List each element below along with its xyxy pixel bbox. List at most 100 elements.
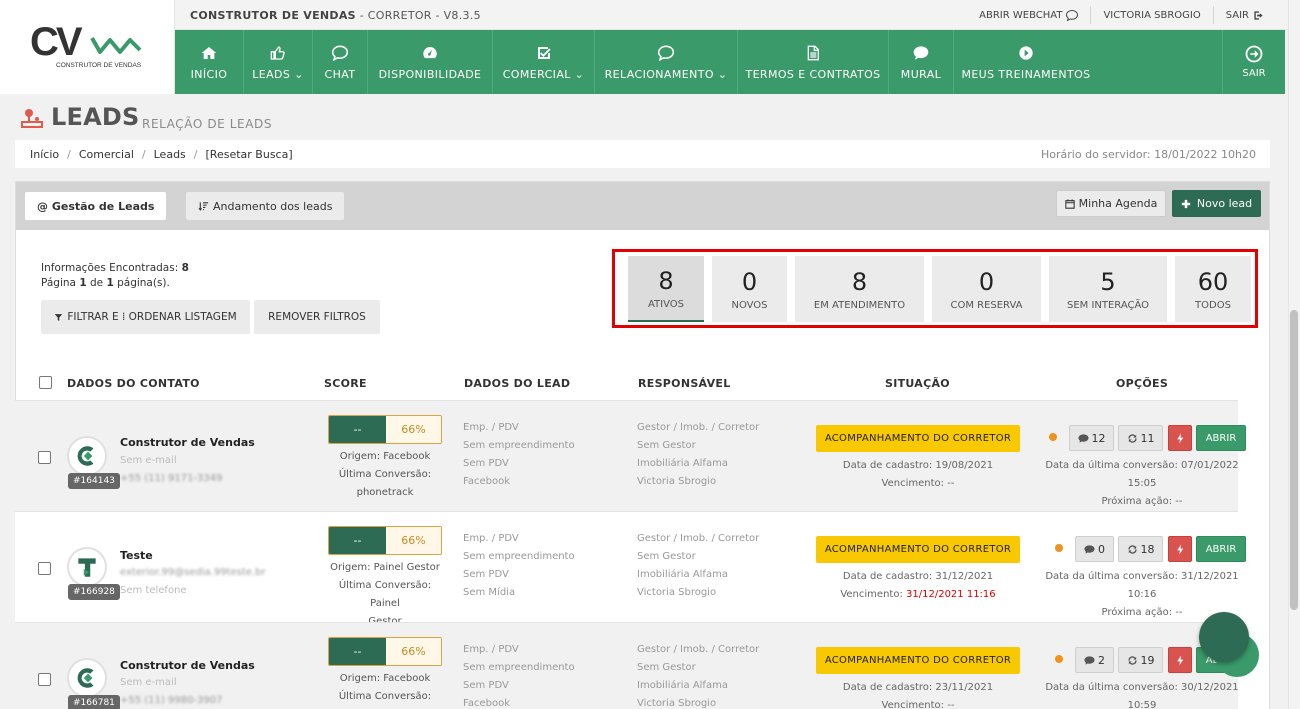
chat-icon bbox=[331, 44, 349, 62]
contact-phone: +55 (11) 9980-3907 bbox=[120, 695, 223, 706]
thumbs-up-icon bbox=[269, 44, 287, 62]
leads-joystick-icon bbox=[21, 109, 43, 128]
contact-email: Sem e-mail bbox=[120, 455, 177, 466]
nav-comercial[interactable]: COMERCIAL ⌄ bbox=[493, 30, 595, 94]
stat-novos[interactable]: 0 NOVOS bbox=[712, 256, 787, 322]
open-lead-button[interactable]: ABRIR bbox=[1196, 536, 1246, 562]
table-row: #166928 Teste exterior.99@sedia.99teste.… bbox=[15, 511, 1246, 627]
header-situacao[interactable]: SITUAÇÃO bbox=[885, 377, 950, 390]
logout-icon bbox=[1254, 10, 1263, 20]
contact-email: exterior.99@sedia.99teste.br bbox=[120, 567, 266, 578]
nav-termos-contratos[interactable]: TERMOS E CONTRATOS bbox=[738, 30, 889, 94]
panel-header: @ Gestão de Leads Andamento dos leads Mi… bbox=[16, 182, 1269, 230]
row-checkbox[interactable] bbox=[38, 451, 51, 464]
nav-meus-treinamentos[interactable]: MEUS TREINAMENTOS bbox=[954, 30, 1098, 94]
row-checkbox[interactable] bbox=[38, 562, 51, 575]
my-agenda-button[interactable]: Minha Agenda bbox=[1056, 190, 1166, 217]
check-square-icon bbox=[535, 44, 553, 62]
interactions-button[interactable]: 11 bbox=[1118, 425, 1163, 451]
status-badge: ACOMPANHAMENTO DO CORRETOR bbox=[816, 647, 1020, 674]
comment-icon bbox=[1084, 544, 1095, 554]
interactions-button[interactable]: 18 bbox=[1118, 536, 1163, 562]
chat-widget-button[interactable] bbox=[1199, 612, 1249, 662]
table-row: #166781 Construtor de Vendas Sem e-mail … bbox=[15, 622, 1246, 709]
conversion-info: Data da última conversão: 07/01/2022 15:… bbox=[1045, 460, 1239, 507]
header-responsavel[interactable]: RESPONSÁVEL bbox=[638, 377, 731, 390]
header-dados-contato[interactable]: DADOS DO CONTATO bbox=[67, 377, 200, 390]
nav-mural[interactable]: MURAL bbox=[889, 30, 954, 94]
select-all-checkbox[interactable] bbox=[39, 376, 52, 389]
page-scrollbar-thumb[interactable] bbox=[1290, 310, 1298, 610]
contact-name[interactable]: Construtor de Vendas bbox=[120, 659, 255, 672]
quick-action-button[interactable] bbox=[1168, 647, 1192, 673]
top-logout-link[interactable]: SAIR bbox=[1212, 6, 1276, 24]
stat-em-atendimento[interactable]: 8 EM ATENDIMENTO bbox=[795, 256, 924, 322]
comment-icon bbox=[1084, 655, 1095, 665]
status-badge: ACOMPANHAMENTO DO CORRETOR bbox=[816, 425, 1020, 452]
contact-phone: +55 (11) 9171-3349 bbox=[120, 473, 223, 484]
logo[interactable]: CV CONSTRUTOR DE VENDAS bbox=[0, 0, 175, 94]
filter-order-label: FILTRAR E ⁞ ORDENAR LISTAGEM bbox=[67, 311, 237, 323]
tab-andamento-leads[interactable]: Andamento dos leads bbox=[186, 192, 345, 220]
open-lead-button[interactable]: ABRIR bbox=[1196, 425, 1246, 451]
tab-gestao-leads[interactable]: @ Gestão de Leads bbox=[25, 192, 167, 220]
svg-text:CONSTRUTOR DE VENDAS: CONSTRUTOR DE VENDAS bbox=[56, 62, 142, 69]
top-bar: CONSTRUTOR DE VENDAS - CORRETOR - V8.3.5… bbox=[0, 0, 1288, 30]
lead-id-badge: #166928 bbox=[68, 584, 120, 600]
logout-circle-icon bbox=[1245, 45, 1263, 63]
server-time: Horário do servidor: 18/01/2022 10h20 bbox=[1041, 148, 1256, 161]
nav-logout[interactable]: SAIR bbox=[1222, 30, 1285, 94]
filter-order-button[interactable]: FILTRAR E ⁞ ORDENAR LISTAGEM bbox=[41, 300, 250, 334]
lightning-icon bbox=[1176, 654, 1183, 666]
interactions-button[interactable]: 19 bbox=[1118, 647, 1163, 673]
lead-id-badge: #164143 bbox=[68, 473, 120, 489]
document-icon bbox=[804, 44, 822, 62]
nav-leads[interactable]: LEADS ⌄ bbox=[244, 30, 313, 94]
stat-sem-interacao[interactable]: 5 SEM INTERAÇÃO bbox=[1049, 256, 1167, 322]
results-info: Informações Encontradas: 8 Página 1 de 1… bbox=[41, 262, 189, 289]
messages-button[interactable]: 0 bbox=[1075, 536, 1114, 562]
header-dados-lead[interactable]: DADOS DO LEAD bbox=[464, 377, 570, 390]
quick-action-button[interactable] bbox=[1168, 425, 1192, 451]
nav-relacionamento[interactable]: RELACIONAMENTO ⌄ bbox=[595, 30, 738, 94]
user-name-link[interactable]: VICTORIA SBROGIO bbox=[1090, 6, 1212, 24]
open-webchat-link[interactable]: ABRIR WEBCHAT bbox=[967, 6, 1090, 24]
quick-action-button[interactable] bbox=[1168, 536, 1192, 562]
row-checkbox[interactable] bbox=[38, 673, 51, 686]
calendar-icon bbox=[1064, 198, 1075, 209]
nav-chat[interactable]: CHAT bbox=[313, 30, 368, 94]
dashboard-icon bbox=[421, 44, 439, 62]
nav-inicio[interactable]: INÍCIO bbox=[175, 30, 244, 94]
stat-com-reserva[interactable]: 0 COM RESERVA bbox=[932, 256, 1041, 322]
refresh-icon bbox=[1127, 433, 1137, 443]
remove-filters-button[interactable]: REMOVER FILTROS bbox=[254, 300, 380, 334]
status-dates: Data de cadastro: 31/12/2021 Vencimento:… bbox=[840, 571, 996, 600]
header-opcoes: OPÇÕES bbox=[1116, 377, 1169, 390]
cv-avatar-icon bbox=[77, 668, 94, 688]
page-title: LEADS bbox=[51, 103, 140, 131]
messages-button[interactable]: 2 bbox=[1075, 647, 1114, 673]
new-lead-button[interactable]: Novo lead bbox=[1172, 190, 1261, 217]
breadcrumb-inicio[interactable]: Início bbox=[30, 148, 59, 161]
breadcrumb-reset-search[interactable]: [Resetar Busca] bbox=[206, 148, 293, 161]
my-agenda-label: Minha Agenda bbox=[1078, 197, 1158, 210]
cv-avatar-icon bbox=[77, 446, 94, 466]
contact-name[interactable]: Teste bbox=[120, 549, 153, 562]
messages-button[interactable]: 12 bbox=[1069, 425, 1114, 451]
header-score[interactable]: SCORE bbox=[324, 377, 367, 390]
status-dot bbox=[1055, 544, 1063, 552]
new-lead-label: Novo lead bbox=[1196, 197, 1253, 210]
comment-icon bbox=[1077, 433, 1089, 443]
top-links: ABRIR WEBCHAT VICTORIA SBROGIO SAIR bbox=[967, 0, 1276, 30]
main-nav: INÍCIO LEADS ⌄ CHAT DISPONIBILIDADE COME… bbox=[175, 30, 1285, 94]
filter-icon bbox=[55, 313, 63, 321]
stat-todos[interactable]: 60 TODOS bbox=[1175, 256, 1251, 322]
lead-data: Emp. / PDV Sem empreendimento Sem PDV Fa… bbox=[463, 422, 575, 487]
lead-data: Emp. / PDV Sem empreendimento Sem PDV Fa… bbox=[463, 644, 575, 709]
breadcrumb-leads[interactable]: Leads bbox=[154, 148, 186, 161]
stat-ativos[interactable]: 8 ATIVOS bbox=[628, 256, 704, 322]
breadcrumb-comercial[interactable]: Comercial bbox=[79, 148, 134, 161]
nav-disponibilidade[interactable]: DISPONIBILIDADE bbox=[368, 30, 493, 94]
contact-name[interactable]: Construtor de Vendas bbox=[120, 436, 255, 449]
t-avatar-icon bbox=[78, 558, 96, 577]
